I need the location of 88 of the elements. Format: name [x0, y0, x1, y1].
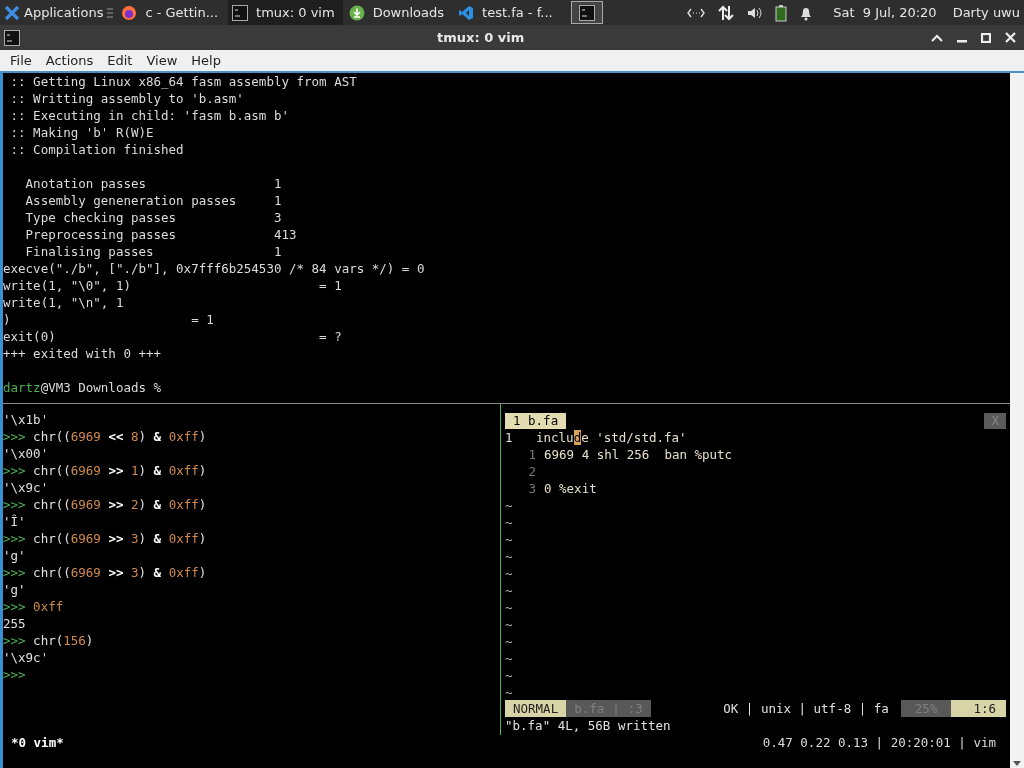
- buffer-tab[interactable]: 1 b.fa: [505, 412, 567, 429]
- empty-line-marker: ~: [505, 532, 513, 547]
- python-line: >>> chr((6969 << 8) & 0xff): [3, 428, 207, 445]
- menu-item[interactable]: File: [3, 50, 39, 71]
- terminal-line: Assembly geneneration passes 1: [24, 192, 282, 209]
- python-line: >>> chr(156): [3, 632, 94, 649]
- terminal-launcher[interactable]: [570, 1, 603, 24]
- empty-line-marker: ~: [505, 583, 513, 598]
- line-number: 3: [527, 480, 537, 497]
- cursor-position: 1:6: [951, 700, 1006, 717]
- taskbar-item[interactable]: tmux: 0 vim: [228, 0, 343, 25]
- code-line: include 'std/std.fa': [536, 429, 687, 446]
- tmux-window-label: *0 vim*: [11, 734, 64, 751]
- terminal-line: ) = 1: [3, 311, 214, 328]
- empty-line-marker: ~: [505, 685, 513, 700]
- python-line: >>>: [3, 666, 26, 683]
- terminal-line: :: Writting assembly to 'b.asm': [9, 90, 244, 107]
- python-line: '\x00': [3, 445, 49, 462]
- python-line: 'g': [3, 581, 26, 598]
- empty-line-marker: ~: [505, 600, 513, 615]
- terminal-icon: [578, 4, 595, 21]
- menu-item[interactable]: Edit: [100, 50, 140, 71]
- window-title: tmux: 0 vim: [437, 28, 525, 47]
- terminal-line: +++ exited with 0 +++: [3, 345, 162, 362]
- empty-line-marker: ~: [505, 617, 513, 632]
- battery-icon: [775, 3, 788, 22]
- scrollbar[interactable]: [1010, 73, 1024, 768]
- terminal-line: :: Compilation finished: [9, 141, 184, 158]
- code-line: 6969 4 shl 256 ban %putc: [544, 446, 733, 463]
- terminal-line: write(1, "\n", 1: [3, 294, 124, 311]
- empty-line-marker: ~: [505, 515, 513, 530]
- menu-item[interactable]: View: [139, 50, 185, 71]
- python-line: >>> 0xff: [3, 598, 64, 615]
- python-line: '\x1b': [3, 411, 49, 428]
- terminal-line: :: Executing in child: 'fasm b.asm b': [9, 107, 289, 124]
- clock: Sat 9 Jul, 20:20: [833, 3, 937, 22]
- grip-icon: [107, 7, 114, 18]
- terminal-line: exit(0) = ?: [3, 328, 342, 345]
- python-line: >>> chr((6969 >> 3) & 0xff): [3, 530, 207, 547]
- python-line: 'Î': [3, 513, 26, 530]
- python-line: '\x9c': [3, 649, 49, 666]
- terminal-line: Preprocessing passes 413: [24, 226, 297, 243]
- empty-line-marker: ~: [505, 668, 513, 683]
- network-icon: [687, 6, 706, 19]
- terminal-line: execve("./b", ["./b"], 0x7fff6b254530 /* 84 vars */) = 0: [3, 260, 425, 277]
- code-editor-icon: [458, 4, 475, 21]
- mode-indicator: NORMAL: [505, 700, 567, 717]
- python-line: >>> chr((6969 >> 1) & 0xff): [3, 462, 207, 479]
- empty-line-marker: ~: [505, 498, 513, 513]
- terminal-line: write(1, "\0", 1) = 1: [3, 277, 342, 294]
- download-icon: [348, 4, 365, 21]
- close-icon[interactable]: [1005, 32, 1016, 43]
- python-line: '\x9c': [3, 479, 49, 496]
- terminal-line: :: Making 'b' R(W)E: [9, 124, 154, 141]
- shade-icon[interactable]: [931, 32, 943, 43]
- terminal-line: Type checking passes 3: [24, 209, 282, 226]
- tmux-status-info: 0.47 0.22 0.13 | 20:20:01 | vim: [762, 734, 996, 751]
- terminal-icon: [4, 29, 20, 46]
- terminal-line: Anotation passes 1: [24, 175, 282, 192]
- empty-line-marker: ~: [505, 651, 513, 666]
- status-message: "b.fa" 4L, 56B written: [505, 718, 671, 733]
- python-line: >>> chr((6969 >> 2) & 0xff): [3, 496, 207, 513]
- file-info: OK | unix | utf-8 | fa: [723, 700, 890, 717]
- volume-icon: [747, 5, 764, 20]
- browser-icon: [121, 4, 138, 21]
- menu-item[interactable]: Help: [184, 50, 228, 71]
- shell-prompt: dartz@VM3 Downloads %: [3, 379, 162, 396]
- separator: |: [612, 700, 620, 717]
- terminal-line: :: Getting Linux x86_64 fasm assembly from AST: [9, 73, 357, 90]
- user-name: Darty uwu: [952, 3, 1020, 22]
- empty-line-marker: ~: [505, 634, 513, 649]
- terminal-line: Finalising passes 1: [24, 243, 282, 260]
- empty-line-marker: ~: [505, 566, 513, 581]
- line-number: 1: [527, 446, 537, 463]
- empty-line-marker: ~: [505, 549, 513, 564]
- python-line: 255: [3, 615, 26, 632]
- line-number: 2: [527, 463, 537, 480]
- python-line: 'g': [3, 547, 26, 564]
- scroll-down-icon[interactable]: [1012, 760, 1022, 768]
- python-line: >>> chr((6969 >> 3) & 0xff): [3, 564, 207, 581]
- maximize-icon[interactable]: [981, 32, 991, 43]
- code-line: 0 %exit: [544, 480, 597, 497]
- transfer-arrows-icon: [717, 3, 736, 22]
- terminal-icon: [232, 4, 249, 21]
- applications-menu[interactable]: Applications: [0, 0, 118, 25]
- menu-item[interactable]: Actions: [38, 50, 101, 71]
- line-number: 1: [505, 429, 514, 446]
- x-logo-icon: [4, 4, 20, 21]
